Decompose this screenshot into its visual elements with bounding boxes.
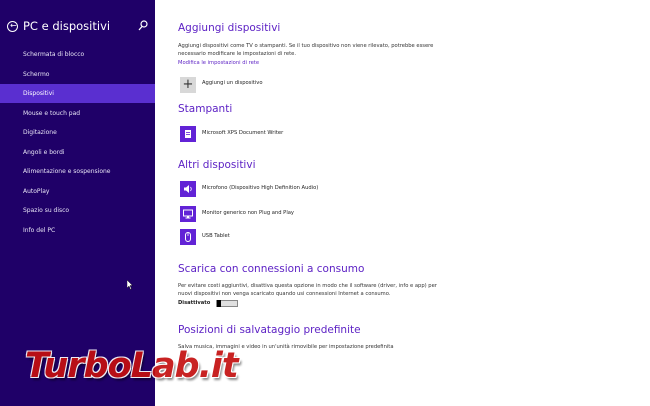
printers-heading: Stampanti — [178, 103, 233, 115]
sidebar-item[interactable]: Info del PC — [0, 221, 155, 240]
add-device-label: Aggiungi un dispositivo — [202, 80, 263, 86]
watermark-text: TurboLab.it — [25, 346, 239, 386]
search-icon[interactable] — [138, 20, 148, 32]
sidebar-item[interactable]: Schermata di blocco — [0, 45, 155, 64]
add-devices-heading: Aggiungi dispositivi — [178, 22, 281, 34]
metered-toggle[interactable] — [216, 300, 238, 307]
network-settings-link[interactable]: Modifica le impostazioni di rete — [178, 60, 259, 66]
sidebar-header: ← PC e dispositivi — [7, 18, 152, 38]
save-locations-heading: Posizioni di salvataggio predefinite — [178, 324, 361, 336]
device-label: Monitor generico non Plug and Play — [202, 210, 295, 216]
toggle-knob — [217, 300, 221, 307]
add-devices-description: Aggiungi dispositivi come TV o stampanti… — [178, 43, 434, 57]
back-arrow-icon: ← — [10, 21, 17, 30]
sidebar-item[interactable]: Alimentazione e sospensione — [0, 162, 155, 181]
toggle-state-label: Disattivato — [178, 300, 211, 306]
sidebar-item[interactable]: Angoli e bordi — [0, 143, 155, 162]
back-button[interactable]: ← — [7, 21, 18, 32]
watermark-logo: TurboLab.it — [5, 338, 245, 400]
sidebar-item[interactable]: Digitazione — [0, 123, 155, 142]
device-label: Microfono (Dispositivo High Definition A… — [202, 185, 319, 191]
sidebar-item[interactable]: AutoPlay — [0, 182, 155, 201]
sidebar-item[interactable]: Spazio su disco — [0, 201, 155, 220]
mouse-cursor-icon — [127, 280, 133, 290]
device-label: Microsoft XPS Document Writer — [202, 130, 284, 136]
sidebar-item[interactable]: Mouse e touch pad — [0, 104, 155, 123]
sidebar-title: PC e dispositivi — [23, 19, 111, 33]
device-label: USB Tablet — [202, 233, 230, 239]
other-devices-heading: Altri dispositivi — [178, 159, 256, 171]
plus-icon: + — [180, 77, 196, 93]
monitor-icon — [180, 206, 196, 222]
sidebar-item[interactable]: Schermo — [0, 65, 155, 84]
metered-heading: Scarica con connessioni a consumo — [178, 263, 365, 275]
sidebar-item[interactable]: Dispositivi — [0, 84, 155, 103]
printer-icon — [180, 126, 196, 142]
metered-description: Per evitare costi aggiuntivi, disattiva … — [178, 283, 437, 297]
mouse-icon — [180, 229, 196, 245]
speaker-icon — [180, 181, 196, 197]
